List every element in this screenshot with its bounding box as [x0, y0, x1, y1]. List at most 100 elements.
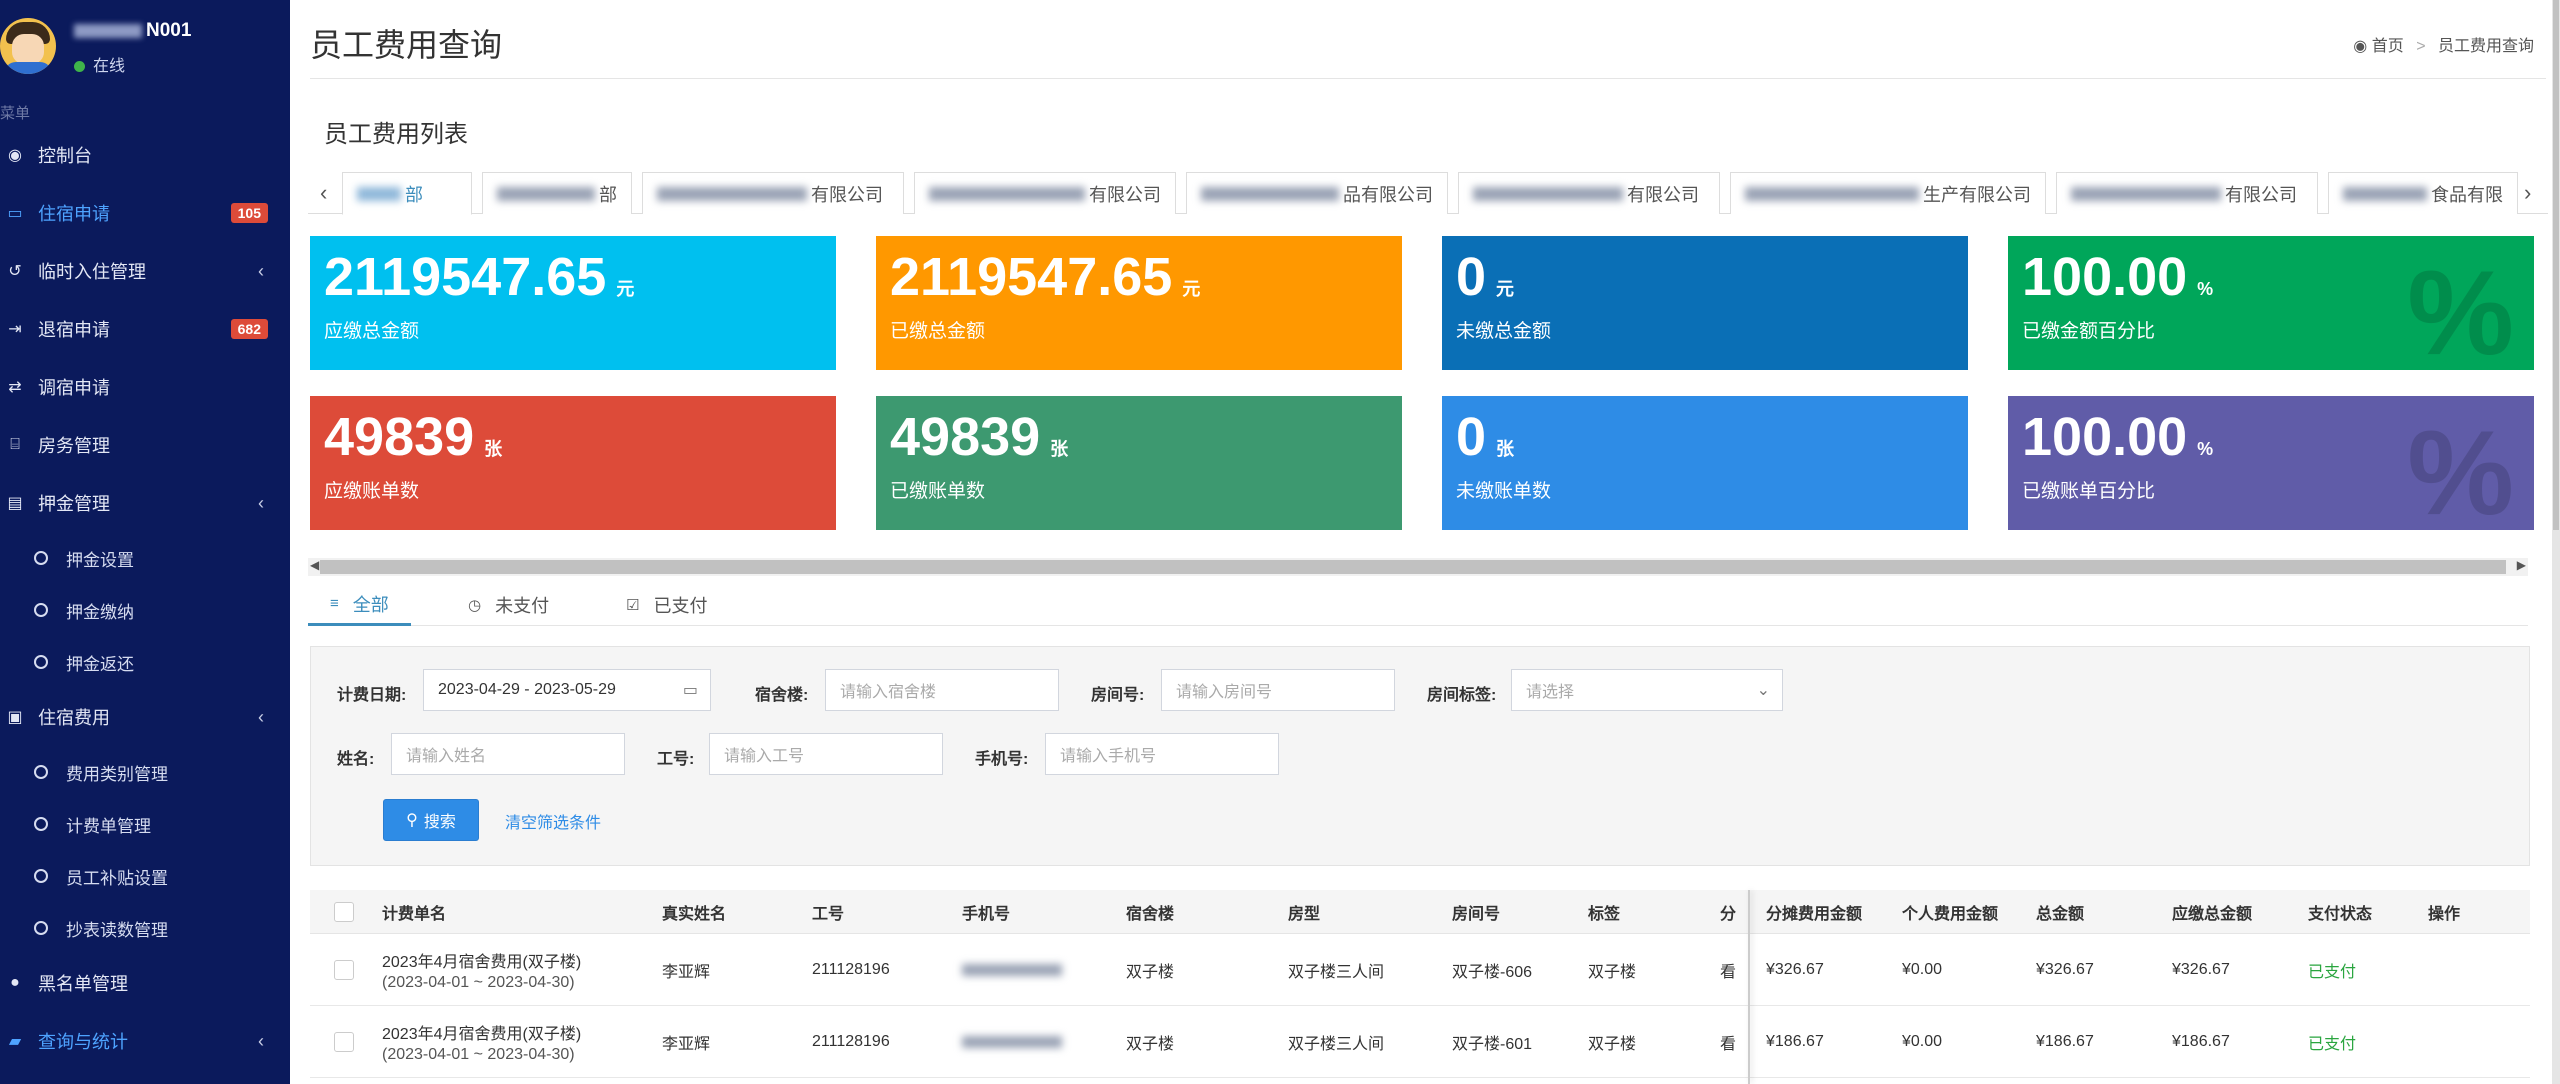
total-cell: ¥186.67 [2036, 1032, 2094, 1050]
tab-label: 有限公司 [2225, 184, 2297, 205]
sidebar-item[interactable]: ▣ 住宿费用 ‹ [0, 688, 290, 746]
column-header[interactable]: 宿舍楼 [1126, 890, 1174, 933]
sidebar-item[interactable]: 抄表读数管理 [0, 902, 290, 954]
breadcrumb: ◉ 首页 > 员工费用查询 [2353, 38, 2534, 55]
chevron-right-icon[interactable]: › [2524, 180, 2531, 206]
column-header[interactable]: 总金额 [2036, 890, 2084, 933]
tab-label: 有限公司 [1627, 184, 1699, 205]
stat-unit: % [2197, 439, 2214, 459]
sidebar-item[interactable]: 押金设置 [0, 532, 290, 584]
sidebar-item[interactable]: ▰ 查询与统计 ‹ [0, 1012, 290, 1070]
stat-value: 100.00% [2022, 247, 2214, 307]
date-range-input[interactable]: 2023-04-29 - 2023-05-29 ▭ [423, 669, 711, 711]
column-header[interactable]: 工号 [812, 890, 844, 933]
status-cell: 已支付 [2308, 1035, 2357, 1053]
date-label: 计费日期: [337, 687, 407, 704]
vertical-scrollbar[interactable] [2552, 0, 2560, 1084]
tab-status[interactable]: ◷ 未支付 [446, 584, 571, 626]
column-header[interactable]: 计费单名 [382, 890, 446, 933]
chevron-left-icon: ‹ [258, 1030, 264, 1051]
sidebar-item[interactable]: ● 黑名单管理 [0, 954, 290, 1012]
sidebar-item[interactable]: ⇄ 调宿申请 [0, 358, 290, 416]
name-input[interactable]: 请输入姓名 [391, 733, 625, 775]
tab-company[interactable]: 品有限公司 [1186, 172, 1448, 214]
stat-unit: 元 [616, 279, 635, 299]
column-header[interactable]: 支付状态 [2308, 890, 2372, 933]
stat-box: 2119547.65 元应缴总金额 [310, 236, 836, 370]
tab-company[interactable]: 食品有限 [2328, 172, 2518, 214]
name-cell: 李亚辉 [662, 963, 711, 981]
chevron-left-icon[interactable]: ‹ [320, 180, 327, 206]
column-header[interactable]: 个人费用金额 [1902, 890, 1998, 933]
sidebar-item[interactable]: ▭ 住宿申请 105 [0, 184, 290, 242]
column-header[interactable]: 手机号 [962, 890, 1010, 933]
filter-panel: 计费日期: 2023-04-29 - 2023-05-29 ▭ 宿舍楼: 请输入宿… [310, 646, 2530, 866]
table-row[interactable]: 2023年4月宿舍费用(双子楼) (2023-04-01 ~ 2023-04-30… [310, 934, 2530, 1006]
column-header[interactable]: 房间号 [1452, 890, 1500, 933]
chevron-left-icon: ‹ [258, 260, 264, 281]
sidebar-item[interactable]: ◉ 控制台 [0, 126, 290, 184]
tab-label: 未支付 [495, 596, 550, 616]
tab-company[interactable]: 有限公司 [1458, 172, 1720, 214]
sidebar-item-label: 费用类别管理 [66, 764, 168, 784]
sidebar-item[interactable]: ⇥ 退宿申请 682 [0, 300, 290, 358]
sidebar-item-label: 住宿申请 [38, 204, 110, 224]
tab-company[interactable]: 有限公司 [914, 172, 1176, 214]
tag-select[interactable]: 请选择 ⌄ [1511, 669, 1783, 711]
stat-unit: 元 [1496, 279, 1515, 299]
sidebar-item-label: 查询与统计 [38, 1032, 128, 1052]
sidebar-item-label: 房务管理 [38, 436, 110, 456]
sidebar-item[interactable]: ▤ 押金管理 ‹ [0, 474, 290, 532]
sidebar-item-label: 住宿费用 [38, 708, 110, 728]
sidebar-item[interactable]: 押金缴纳 [0, 584, 290, 636]
clear-filters-link[interactable]: 清空筛选条件 [505, 809, 601, 833]
stat-value: 49839 张 [890, 407, 1069, 467]
tab-company[interactable]: 部 [342, 172, 472, 215]
tab-company[interactable]: 有限公司 [2056, 172, 2318, 214]
column-header[interactable]: 标签 [1588, 890, 1620, 933]
tab-company[interactable]: 有限公司 [642, 172, 904, 214]
row-checkbox[interactable] [334, 959, 354, 980]
tab-icon: ◷ [468, 597, 482, 614]
sidebar-item[interactable]: 员工补贴设置 [0, 850, 290, 902]
tag-label: 房间标签: [1427, 687, 1497, 704]
sidebar-item[interactable]: ↺ 临时入住管理 ‹ [0, 242, 290, 300]
tab-label: 生产有限公司 [1923, 184, 2031, 205]
tab-status[interactable]: ≡ 全部 [308, 584, 411, 626]
stat-label: 应缴总金额 [324, 321, 420, 342]
user-icon: ● [10, 974, 20, 991]
table-row[interactable]: 2023年4月宿舍费用(双子楼) (2023-04-01 ~ 2023-04-30… [310, 1006, 2530, 1078]
sidebar-item-label: 押金管理 [38, 494, 110, 514]
column-header[interactable]: 真实姓名 [662, 890, 726, 933]
tab-status[interactable]: ☑ 已支付 [604, 584, 729, 626]
column-header[interactable]: 分 [1720, 890, 1736, 933]
breadcrumb-home-link[interactable]: 首页 [2372, 38, 2404, 55]
row-checkbox[interactable] [334, 1031, 354, 1052]
sidebar-item[interactable]: 押金返还 [0, 636, 290, 688]
search-button[interactable]: ⚲ 搜索 [383, 799, 479, 841]
column-header[interactable]: 应缴总金额 [2172, 890, 2252, 933]
building-input[interactable]: 请输入宿舍楼 [825, 669, 1059, 711]
sidebar-item[interactable]: 费用类别管理 [0, 746, 290, 798]
sidebar-item[interactable]: 计费单管理 [0, 798, 290, 850]
column-header[interactable]: 分摊费用金额 [1766, 890, 1862, 933]
tab-company[interactable]: 生产有限公司 [1730, 172, 2046, 214]
tab-company[interactable]: 部 [482, 172, 632, 214]
column-header[interactable]: 操作 [2428, 890, 2460, 933]
percent-icon: % [2407, 406, 2514, 530]
sidebar-item[interactable]: ⌸ 房务管理 [0, 416, 290, 474]
room-input[interactable]: 请输入房间号 [1161, 669, 1395, 711]
sidebar-item-label: 员工补贴设置 [66, 868, 168, 888]
company-tabs: ‹ › 部 部 有限公司 有限公司 品有限公司 有限公司 生产有限公司 有限公司 食品有限 [308, 172, 2548, 215]
phone-cell [962, 1006, 1062, 1077]
horizontal-scrollbar[interactable]: ◀ ▶ [308, 558, 2528, 576]
tab-label: 部 [599, 184, 617, 205]
dashboard-icon: ◉ [2353, 38, 2368, 55]
phone-input[interactable]: 请输入手机号 [1045, 733, 1279, 775]
select-all-checkbox[interactable] [334, 901, 354, 922]
section-title: 员工费用列表 [324, 121, 468, 148]
empno-input[interactable]: 请输入工号 [709, 733, 943, 775]
table-header: 计费单名 真实姓名 工号 手机号 宿舍楼 房型 房间号 标签 分分摊费用金额 个人费用金额 总金额 应… [310, 890, 2530, 934]
column-header[interactable]: 房型 [1288, 890, 1320, 933]
sidebar-item-label: 调宿申请 [38, 378, 110, 398]
